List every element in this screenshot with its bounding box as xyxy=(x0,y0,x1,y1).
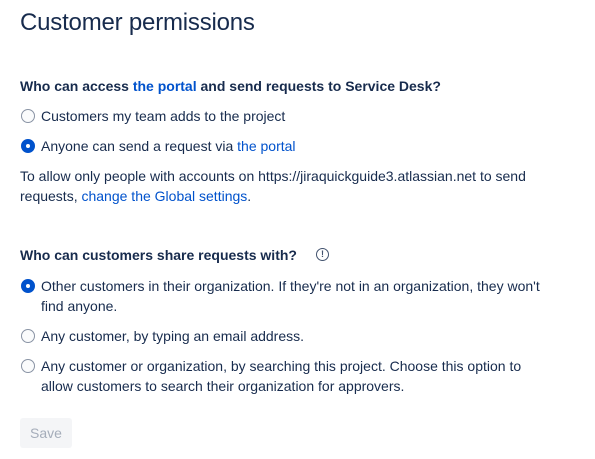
option-label: Other customers in their organization. I… xyxy=(41,276,576,316)
info-circle-icon[interactable]: ! xyxy=(316,248,329,261)
access-section-title: Who can access the portal and send reque… xyxy=(20,78,441,94)
radio-button-unselected[interactable] xyxy=(21,109,35,123)
option-label: Any customer or organization, by searchi… xyxy=(41,356,576,396)
option-line-2: find anyone. xyxy=(41,298,118,314)
radio-button-unselected[interactable] xyxy=(21,329,35,343)
portal-link-option[interactable]: the portal xyxy=(237,138,295,154)
share-section-title: Who can customers share requests with? xyxy=(20,247,297,263)
access-title-suffix: and send requests to Service Desk? xyxy=(196,78,441,94)
portal-link[interactable]: the portal xyxy=(133,78,197,94)
option-label-prefix: Anyone can send a request via xyxy=(41,138,238,154)
change-global-settings-link[interactable]: change the Global settings xyxy=(81,188,247,204)
access-title-prefix: Who can access xyxy=(20,78,133,94)
save-button[interactable]: Save xyxy=(20,418,72,448)
page-title: Customer permissions xyxy=(20,9,255,36)
option-label: Customers my team adds to the project xyxy=(41,108,286,124)
note-line-1: To allow only people with accounts on ht… xyxy=(20,168,526,184)
note-suffix: . xyxy=(247,188,252,204)
radio-button-selected[interactable] xyxy=(21,139,35,153)
global-settings-note: To allow only people with accounts on ht… xyxy=(20,166,580,206)
option-label: Any customer, by typing an email address… xyxy=(41,328,305,344)
option-line-2: allow customers to search their organiza… xyxy=(41,378,405,394)
option-line-1: Any customer or organization, by searchi… xyxy=(41,358,522,374)
option-label: Anyone can send a request via the portal xyxy=(41,136,576,156)
note-line-2-prefix: requests, xyxy=(20,188,82,204)
radio-button-selected[interactable] xyxy=(21,279,35,293)
radio-button-unselected[interactable] xyxy=(21,359,35,373)
option-line-1: Other customers in their organization. I… xyxy=(41,278,540,294)
note-line-2: requests, change the Global settings. xyxy=(20,186,580,206)
